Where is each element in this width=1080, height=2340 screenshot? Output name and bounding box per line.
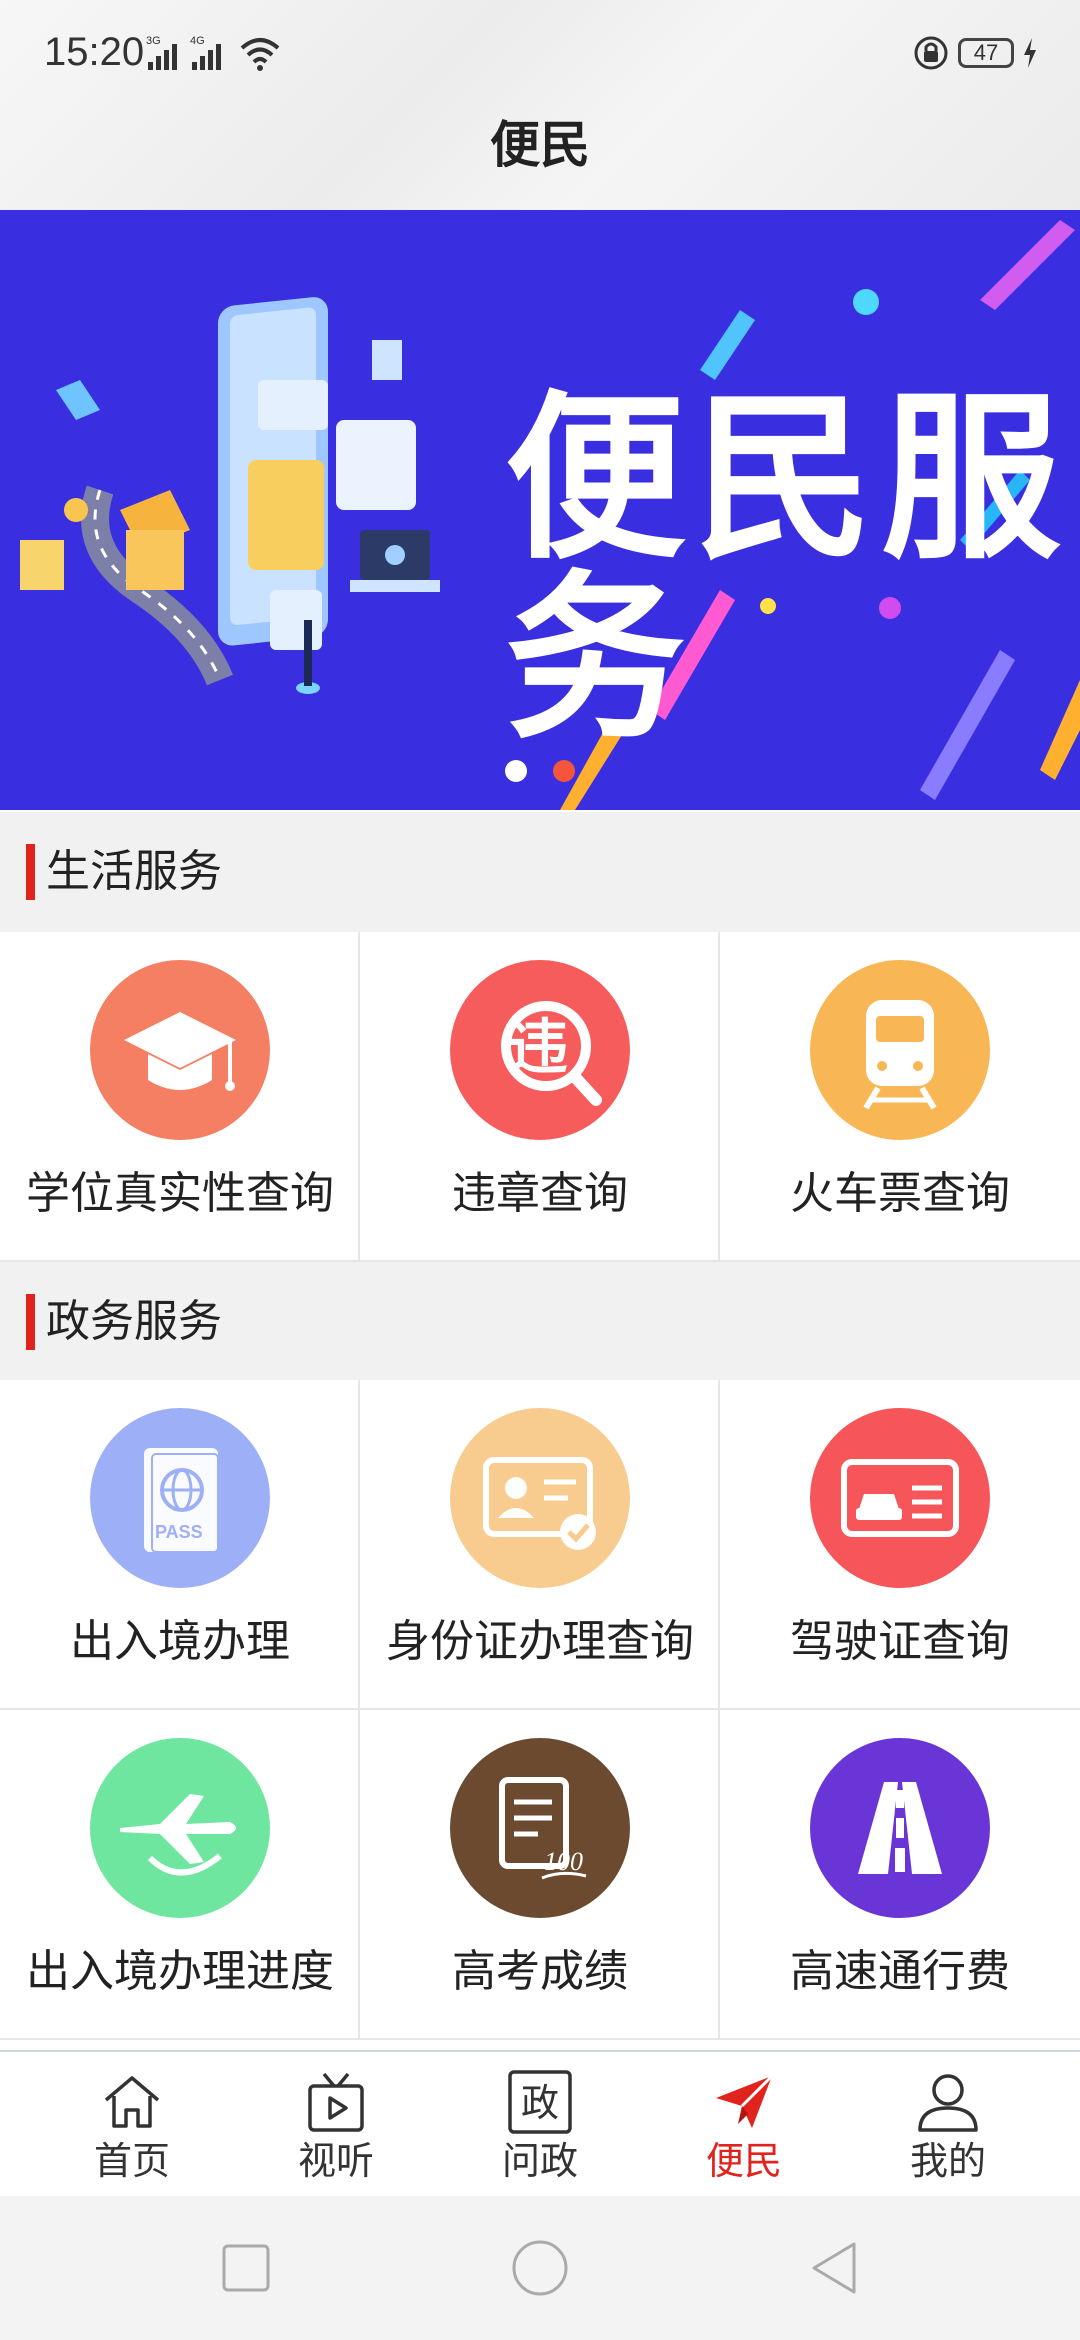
status-bar: 15:20 3G 4G 47 xyxy=(0,0,1080,108)
driver-license-icon xyxy=(810,1408,990,1588)
status-time: 15:20 xyxy=(44,30,145,74)
system-navigation-bar xyxy=(0,2196,1080,2340)
service-label: 火车票查询 xyxy=(790,1168,1010,1219)
home-circle-icon[interactable] xyxy=(510,2238,570,2298)
rotation-lock-icon xyxy=(914,36,948,70)
tab-label: 我的 xyxy=(909,2139,986,2183)
tab-label: 问政 xyxy=(501,2139,578,2183)
wifi-icon xyxy=(240,38,280,71)
gov-services-row-2: 出入境办理进度 100 高考成绩 高速通行费 xyxy=(0,1710,1080,2040)
battery-indicator: 47 xyxy=(958,38,1014,68)
service-label: 身份证办理查询 xyxy=(386,1616,694,1667)
airplane-icon xyxy=(90,1738,270,1918)
section-title: 生活服务 xyxy=(46,846,222,897)
service-exit-entry-progress[interactable]: 出入境办理进度 xyxy=(0,1710,360,2038)
tab-label: 首页 xyxy=(93,2139,170,2183)
service-label: 驾驶证查询 xyxy=(790,1616,1010,1667)
carousel-dot-1[interactable] xyxy=(505,760,527,782)
exam-score-icon: 100 xyxy=(450,1738,630,1918)
service-gaokao-score[interactable]: 100 高考成绩 xyxy=(360,1710,720,2038)
signal-4g-icon: 4G xyxy=(190,35,221,70)
banner-carousel[interactable]: 便民服务 xyxy=(0,210,1080,810)
service-driver-license[interactable]: 驾驶证查询 xyxy=(720,1380,1080,1708)
section-gov-services: 政务服务 xyxy=(0,1262,1080,1382)
service-label: 高考成绩 xyxy=(452,1946,628,1997)
section-title: 政务服务 xyxy=(46,1296,222,1347)
back-triangle-icon[interactable] xyxy=(804,2238,864,2298)
life-services-row: 学位真实性查询 违 违章查询 火车票查询 xyxy=(0,932,1080,1262)
exam-icon-text: 100 xyxy=(544,1847,583,1876)
highway-icon xyxy=(810,1738,990,1918)
service-label: 违章查询 xyxy=(452,1168,628,1219)
passport-icon-text: PASS xyxy=(155,1522,203,1542)
service-train-ticket[interactable]: 火车票查询 xyxy=(720,932,1080,1260)
gov-services-row-1: PASS 出入境办理 身份证办理查询 驾驶证查询 xyxy=(0,1380,1080,1710)
bottom-tab-bar: 首页 视听 政 问政 便民 我的 xyxy=(0,2050,1080,2198)
top-bar: 15:20 3G 4G 47 便民 xyxy=(0,0,1080,210)
violation-search-icon: 违 xyxy=(450,960,630,1140)
service-violation-query[interactable]: 违 违章查询 xyxy=(360,932,720,1260)
service-degree-verification[interactable]: 学位真实性查询 xyxy=(0,932,360,1260)
page-title: 便民 xyxy=(490,116,590,174)
id-card-icon xyxy=(450,1408,630,1588)
tab-convenience[interactable]: 便民 xyxy=(636,2052,852,2198)
tab-home[interactable]: 首页 xyxy=(24,2052,240,2198)
tab-label: 视听 xyxy=(297,2139,374,2183)
service-highway-toll[interactable]: 高速通行费 xyxy=(720,1710,1080,2038)
svg-text:违: 违 xyxy=(508,1013,568,1083)
graduation-cap-icon xyxy=(90,960,270,1140)
service-exit-entry[interactable]: PASS 出入境办理 xyxy=(0,1380,360,1708)
tab-mine[interactable]: 我的 xyxy=(840,2052,1056,2198)
signal-3g-icon: 3G xyxy=(146,35,177,70)
service-label: 出入境办理进度 xyxy=(26,1946,334,1997)
service-label: 出入境办理 xyxy=(70,1616,290,1667)
user-icon xyxy=(918,2074,978,2132)
train-icon xyxy=(810,960,990,1140)
banner-title: 便民服务 xyxy=(505,375,1070,764)
section-marker xyxy=(26,844,35,900)
tab-label: 便民 xyxy=(705,2139,782,2183)
charging-icon xyxy=(1024,38,1036,68)
recents-square-icon[interactable] xyxy=(216,2238,276,2298)
section-marker xyxy=(26,1294,35,1350)
tab-politics[interactable]: 政 问政 xyxy=(432,2052,648,2198)
service-id-card[interactable]: 身份证办理查询 xyxy=(360,1380,720,1708)
service-label: 学位真实性查询 xyxy=(26,1168,334,1219)
tv-icon xyxy=(308,2072,364,2132)
paper-plane-icon xyxy=(716,2074,774,2128)
passport-icon: PASS xyxy=(90,1408,270,1588)
zheng-icon-text: 政 xyxy=(521,2081,559,2125)
network-2-label: 4G xyxy=(190,35,205,47)
service-label: 高速通行费 xyxy=(790,1946,1010,1997)
tab-media[interactable]: 视听 xyxy=(228,2052,444,2198)
zheng-icon: 政 xyxy=(508,2070,572,2134)
section-life-services: 生活服务 xyxy=(0,812,1080,932)
carousel-dot-2[interactable] xyxy=(553,760,575,782)
home-icon xyxy=(104,2076,160,2128)
network-1-label: 3G xyxy=(146,35,161,47)
